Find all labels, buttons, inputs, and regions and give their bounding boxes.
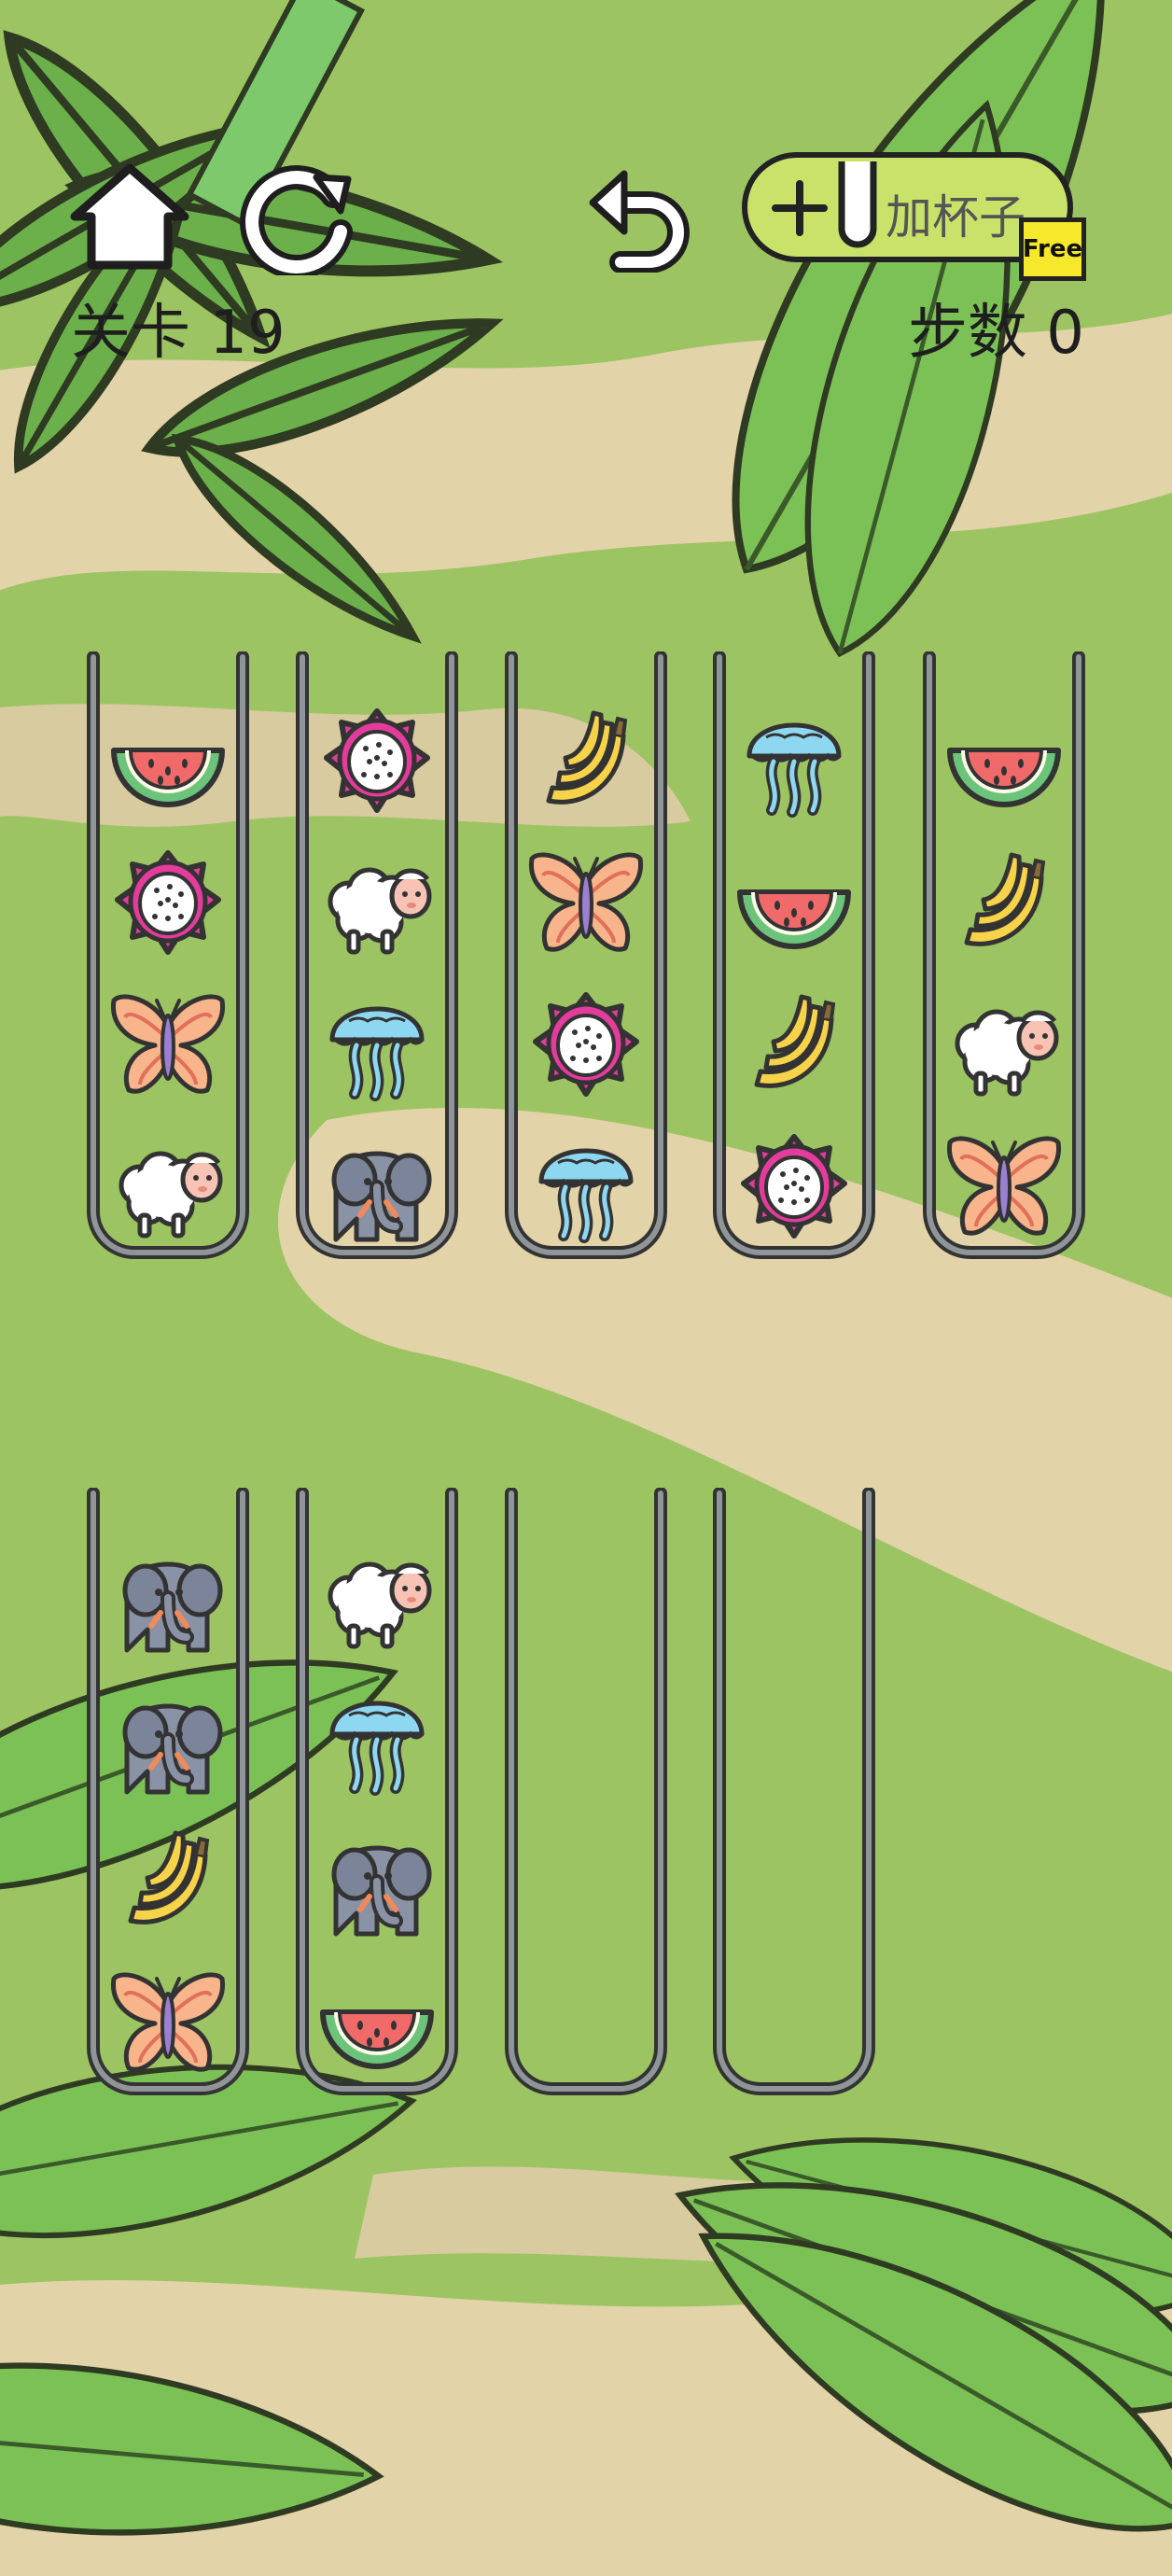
home-icon [70,163,189,270]
elephant-icon [103,1674,233,1805]
restart-icon [240,165,353,279]
elephant-icon [103,1533,233,1663]
dragonfruit-icon [521,980,651,1111]
level-indicator: 关卡 19 [71,299,286,368]
dragonfruit-icon [312,696,442,827]
jellyfish-icon [521,1122,651,1253]
elephant-icon [312,1122,442,1253]
dragonfruit-icon [103,838,233,969]
undo-icon [589,170,690,273]
tube-9[interactable] [710,1487,878,2096]
banana-icon [729,980,859,1111]
tube-8[interactable] [502,1487,670,2096]
free-badge: Free [1019,217,1086,281]
banana-icon [521,696,651,827]
tube-outline [713,1487,875,2095]
move-counter: 步数 0 [907,299,1084,368]
sheep-icon [312,838,442,969]
butterfly-icon [103,1958,233,2089]
add-cup-label: 加杯子 [886,190,1026,245]
watermelon-icon [729,838,859,969]
butterfly-icon [103,980,233,1111]
banana-icon [103,1816,233,1947]
watermelon-icon [939,696,1069,827]
dragonfruit-icon [729,1122,859,1253]
elephant-icon [312,1816,442,1947]
tube-outline [505,1487,667,2095]
watermelon-icon [103,696,233,827]
butterfly-icon [521,838,651,969]
jellyfish-icon [729,696,859,827]
sheep-icon [103,1122,233,1253]
home-button[interactable] [69,161,190,273]
plus-icon [772,180,828,236]
jellyfish-icon [312,980,442,1111]
jellyfish-icon [312,1674,442,1805]
butterfly-icon [939,1122,1069,1253]
sheep-icon [939,980,1069,1111]
sheep-icon [312,1533,442,1663]
undo-button[interactable] [583,161,691,273]
cup-icon [838,161,877,248]
restart-button[interactable] [238,159,359,279]
add-cup-button[interactable]: 加杯子 Free [742,152,1086,281]
watermelon-icon [312,1958,442,2089]
banana-icon [939,838,1069,969]
